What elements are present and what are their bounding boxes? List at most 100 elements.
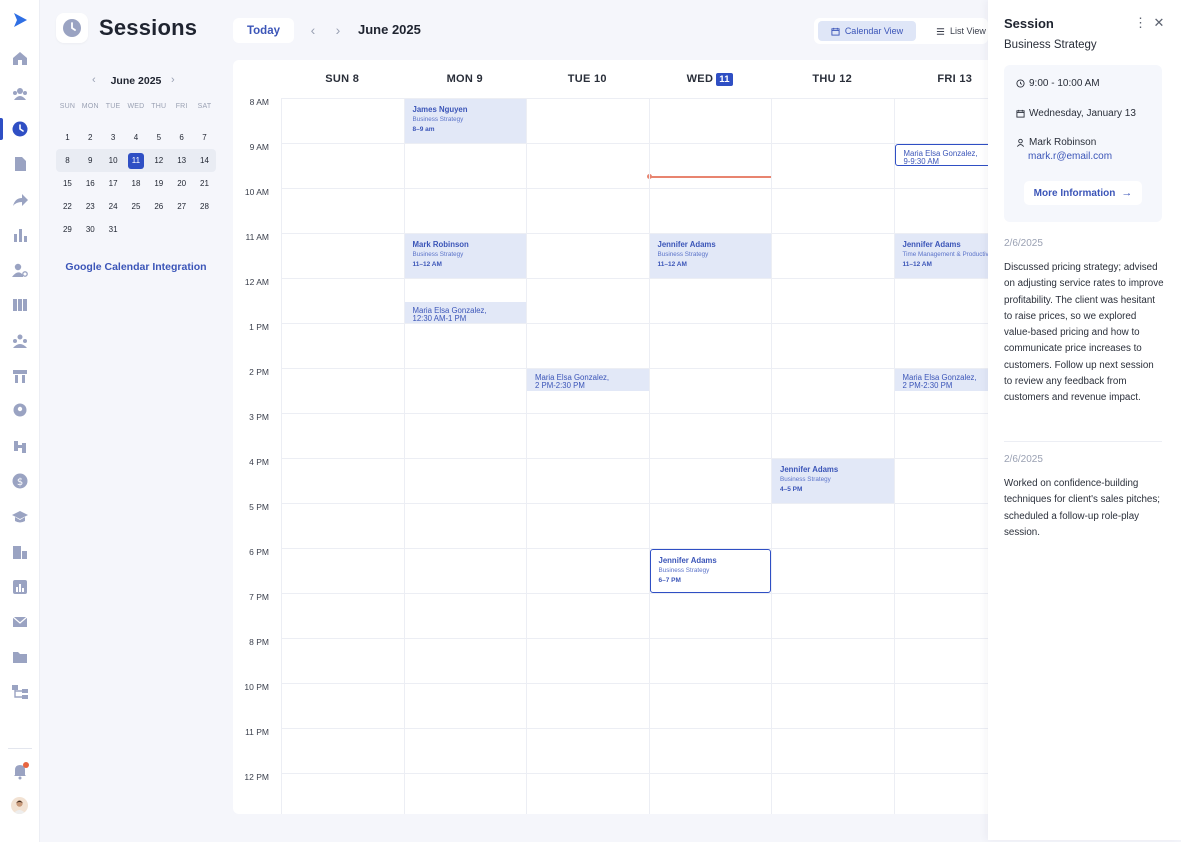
avatar[interactable] bbox=[11, 797, 28, 814]
more-information-button[interactable]: More Information → bbox=[1024, 181, 1142, 205]
mini-calendar-week: 29 30 31 bbox=[56, 218, 216, 241]
education-icon[interactable] bbox=[11, 508, 29, 526]
mini-calendar-day[interactable]: 7 bbox=[193, 126, 216, 149]
calendar-grid: James Nguyen Business Strategy 8–9 am Maria… bbox=[281, 98, 988, 814]
close-icon[interactable]: ✕ bbox=[1153, 15, 1165, 31]
mini-calendar-day[interactable]: 2 bbox=[79, 126, 102, 149]
hour-gridline bbox=[281, 233, 988, 234]
mini-calendar-day[interactable]: 3 bbox=[102, 126, 125, 149]
mini-calendar-day[interactable]: 25 bbox=[125, 195, 148, 218]
google-calendar-integration-link[interactable]: Google Calendar Integration bbox=[56, 261, 216, 273]
day-header[interactable]: SUN 8 bbox=[281, 60, 404, 98]
clients-icon[interactable] bbox=[11, 85, 29, 103]
list-view-button[interactable]: List View bbox=[936, 21, 988, 41]
events-icon[interactable] bbox=[11, 367, 29, 385]
session-event[interactable]: Jennifer Adams Time Management & Producti… bbox=[894, 234, 989, 278]
time-label: 10 AM bbox=[244, 187, 269, 197]
session-time: 9:00 - 10:00 AM bbox=[1029, 78, 1100, 89]
session-event[interactable]: James Nguyen Business Strategy 8–9 am bbox=[404, 99, 526, 143]
organization-icon[interactable] bbox=[11, 543, 29, 561]
event-session-type: Time Management & Productivity bbox=[902, 251, 989, 258]
mini-calendar-day[interactable]: 21 bbox=[193, 172, 216, 195]
day-header[interactable]: WED 11 bbox=[649, 60, 772, 98]
time-label: 3 PM bbox=[249, 412, 269, 422]
mini-calendar-day[interactable]: 9 bbox=[79, 149, 102, 172]
groups-icon[interactable] bbox=[11, 332, 29, 350]
home-icon[interactable] bbox=[11, 49, 29, 67]
mini-calendar-day[interactable]: 15 bbox=[56, 172, 79, 195]
mini-calendar-day-number: 10 bbox=[108, 156, 118, 165]
session-event[interactable]: Maria Elsa Gonzalez, 2 PM-2:30 PM bbox=[527, 369, 649, 391]
mini-calendar-day[interactable]: 22 bbox=[56, 195, 79, 218]
mini-calendar-day[interactable]: 17 bbox=[102, 172, 125, 195]
day-gridline bbox=[771, 98, 772, 814]
session-event[interactable]: Maria Elsa Gonzalez, 12:30 AM-1 PM bbox=[404, 301, 526, 323]
profile-icon[interactable] bbox=[11, 402, 29, 420]
user-search-icon[interactable] bbox=[11, 261, 29, 279]
sessions-icon[interactable] bbox=[11, 120, 29, 138]
folder-icon[interactable] bbox=[11, 648, 29, 666]
mini-calendar-day[interactable]: 29 bbox=[56, 218, 79, 241]
tools-icon[interactable] bbox=[11, 437, 29, 455]
mini-calendar-day[interactable]: 8 bbox=[56, 149, 79, 172]
day-header[interactable]: FRI 13 bbox=[894, 60, 989, 98]
view-switch: Calendar View List View bbox=[814, 18, 988, 44]
programs-icon[interactable] bbox=[11, 296, 29, 314]
workflow-icon[interactable] bbox=[11, 683, 29, 701]
day-header[interactable]: TUE 10 bbox=[526, 60, 649, 98]
mini-calendar-day[interactable]: 28 bbox=[193, 195, 216, 218]
mini-calendar-next-icon[interactable]: › bbox=[171, 74, 175, 86]
session-event[interactable]: Jennifer Adams Business Strategy 11–12 AM bbox=[649, 234, 771, 278]
sessions-clock-icon bbox=[56, 13, 88, 43]
mini-calendar-week: 15 16 17 18 19 20 21 bbox=[56, 172, 216, 195]
mini-calendar-day[interactable]: 14 bbox=[193, 149, 216, 172]
mini-calendar-day[interactable]: 6 bbox=[170, 126, 193, 149]
session-event[interactable]: Maria Elsa Gonzalez, 9-9:30 AM bbox=[894, 144, 988, 166]
mini-calendar-day-number: 23 bbox=[85, 202, 95, 211]
analytics-icon[interactable] bbox=[11, 578, 29, 596]
mini-calendar-day[interactable]: 27 bbox=[170, 195, 193, 218]
reports-icon[interactable] bbox=[11, 226, 29, 244]
mini-calendar-day[interactable]: 23 bbox=[79, 195, 102, 218]
mini-calendar-day[interactable]: 31 bbox=[102, 218, 125, 241]
event-session-type: Business Strategy bbox=[780, 476, 831, 483]
mini-calendar-day[interactable]: 16 bbox=[79, 172, 102, 195]
more-options-icon[interactable]: ⋮ bbox=[1134, 15, 1147, 31]
mini-calendar-day[interactable]: 26 bbox=[147, 195, 170, 218]
mini-calendar-day[interactable]: 12 bbox=[147, 149, 170, 172]
client-email-link[interactable]: mark.r@email.com bbox=[1028, 151, 1112, 162]
previous-period-icon[interactable]: ‹ bbox=[306, 22, 320, 38]
mini-calendar-day[interactable]: 10 bbox=[102, 149, 125, 172]
mini-calendar-day bbox=[147, 218, 170, 241]
calendar-view-button[interactable]: Calendar View bbox=[818, 21, 916, 41]
billing-icon[interactable]: $ bbox=[11, 472, 29, 490]
mini-calendar-day[interactable]: 20 bbox=[170, 172, 193, 195]
mini-calendar-weekday: SAT bbox=[197, 103, 212, 110]
mini-calendar-day[interactable]: 24 bbox=[102, 195, 125, 218]
mini-calendar-day[interactable]: 19 bbox=[147, 172, 170, 195]
session-event[interactable]: Mark Robinson Business Strategy 11–12 AM bbox=[404, 234, 526, 278]
mini-calendar-day[interactable]: 13 bbox=[170, 149, 193, 172]
mini-calendar-day-number: 28 bbox=[200, 202, 209, 211]
mini-calendar-day[interactable]: 1 bbox=[56, 126, 79, 149]
today-button[interactable]: Today bbox=[233, 18, 294, 43]
mini-calendar-day-number: 22 bbox=[62, 202, 72, 211]
mail-icon[interactable] bbox=[11, 613, 29, 631]
day-header[interactable]: THU 12 bbox=[771, 60, 894, 98]
mini-calendar-day[interactable]: 30 bbox=[79, 218, 102, 241]
session-event[interactable]: Maria Elsa Gonzalez, 2 PM-2:30 PM bbox=[894, 369, 988, 391]
mini-calendar-day[interactable]: 5 bbox=[147, 126, 170, 149]
share-icon[interactable] bbox=[11, 191, 29, 209]
mini-calendar-day[interactable]: 18 bbox=[125, 172, 148, 195]
mini-calendar-day[interactable]: 4 bbox=[125, 126, 148, 149]
logo-icon[interactable] bbox=[11, 11, 29, 29]
event-time: 11–12 AM bbox=[657, 261, 687, 268]
mini-calendar-day[interactable]: 11 bbox=[125, 149, 148, 172]
next-period-icon[interactable]: › bbox=[331, 22, 345, 38]
session-event[interactable]: Jennifer Adams Business Strategy 4–5 PM bbox=[772, 459, 894, 503]
mini-calendar-day-number: 30 bbox=[85, 225, 95, 234]
session-event[interactable]: Jennifer Adams Business Strategy 6–7 PM bbox=[649, 549, 771, 593]
documents-icon[interactable] bbox=[11, 155, 29, 173]
day-header[interactable]: MON 9 bbox=[404, 60, 527, 98]
mini-calendar-day-number: 7 bbox=[202, 133, 207, 142]
